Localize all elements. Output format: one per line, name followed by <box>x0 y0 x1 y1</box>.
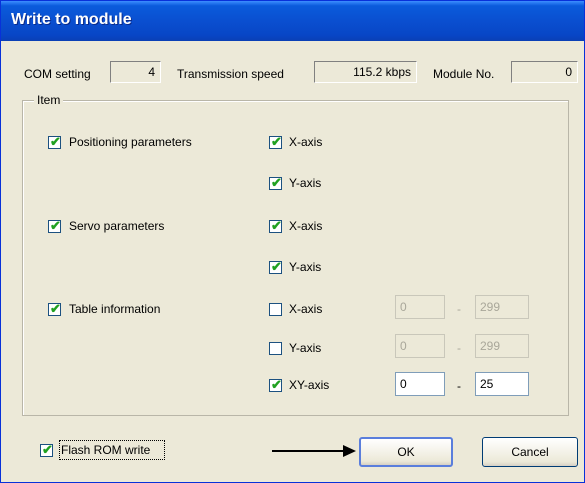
servo-y-axis-checkbox[interactable]: ✔ <box>269 259 282 274</box>
check-mark-icon: ✔ <box>271 175 282 190</box>
table-y-axis-from-input[interactable]: 0 <box>395 334 445 358</box>
table-x-axis-checkbox[interactable] <box>269 303 282 316</box>
arrow-right-icon <box>343 445 356 457</box>
range-separator: - <box>457 302 461 316</box>
table-information-label: Table information <box>69 302 161 316</box>
check-mark-icon: ✔ <box>50 218 61 233</box>
flash-rom-write-label: Flash ROM write <box>61 443 151 457</box>
servo-x-axis-label: X-axis <box>289 219 323 233</box>
dialog-title: Write to module <box>11 11 132 28</box>
com-setting-label: COM setting <box>24 67 91 81</box>
servo-parameters-label: Servo parameters <box>69 219 165 233</box>
table-xy-axis-label: XY-axis <box>289 378 330 392</box>
positioning-y-axis-label: Y-axis <box>289 176 322 190</box>
check-mark-icon: ✔ <box>271 218 282 233</box>
table-xy-axis-to-input[interactable]: 25 <box>475 372 529 396</box>
table-y-axis-label: Y-axis <box>289 341 322 355</box>
check-mark-icon: ✔ <box>50 301 61 316</box>
check-mark-icon: ✔ <box>50 134 61 149</box>
check-mark-icon: ✔ <box>271 259 282 274</box>
check-mark-icon: ✔ <box>271 134 282 149</box>
transmission-speed-label: Transmission speed <box>177 67 284 81</box>
com-setting-field: 4 <box>110 61 161 83</box>
table-y-axis-to-input[interactable]: 299 <box>475 334 529 358</box>
table-x-axis-to-input[interactable]: 299 <box>475 295 529 319</box>
range-separator: - <box>457 341 461 355</box>
servo-y-axis-label: Y-axis <box>289 260 322 274</box>
cancel-button[interactable]: Cancel <box>482 437 578 467</box>
servo-x-axis-checkbox[interactable]: ✔ <box>269 218 282 233</box>
flash-rom-write-checkbox[interactable]: ✔ <box>40 442 53 457</box>
positioning-parameters-label: Positioning parameters <box>69 135 192 149</box>
positioning-x-axis-checkbox[interactable]: ✔ <box>269 134 282 149</box>
check-mark-icon: ✔ <box>42 442 53 457</box>
ok-button[interactable]: OK <box>359 437 453 467</box>
positioning-y-axis-checkbox[interactable]: ✔ <box>269 175 282 190</box>
write-to-module-dialog: Write to module COM setting 4 Transmissi… <box>0 0 585 483</box>
table-x-axis-from-input[interactable]: 0 <box>395 295 445 319</box>
table-xy-axis-from-input[interactable]: 0 <box>395 372 445 396</box>
table-y-axis-checkbox[interactable] <box>269 342 282 355</box>
table-information-checkbox[interactable]: ✔ <box>48 301 61 316</box>
module-no-field: 0 <box>511 61 578 83</box>
item-group-label: Item <box>34 93 64 107</box>
positioning-parameters-checkbox[interactable]: ✔ <box>48 134 61 149</box>
arrow-line <box>272 450 350 452</box>
title-bar[interactable]: Write to module <box>1 1 584 41</box>
table-xy-axis-checkbox[interactable]: ✔ <box>269 377 282 392</box>
range-separator: - <box>457 379 461 393</box>
check-mark-icon: ✔ <box>271 377 282 392</box>
positioning-x-axis-label: X-axis <box>289 135 323 149</box>
module-no-label: Module No. <box>433 67 495 81</box>
transmission-speed-field: 115.2 kbps <box>314 61 417 83</box>
servo-parameters-checkbox[interactable]: ✔ <box>48 218 61 233</box>
table-x-axis-label: X-axis <box>289 302 323 316</box>
